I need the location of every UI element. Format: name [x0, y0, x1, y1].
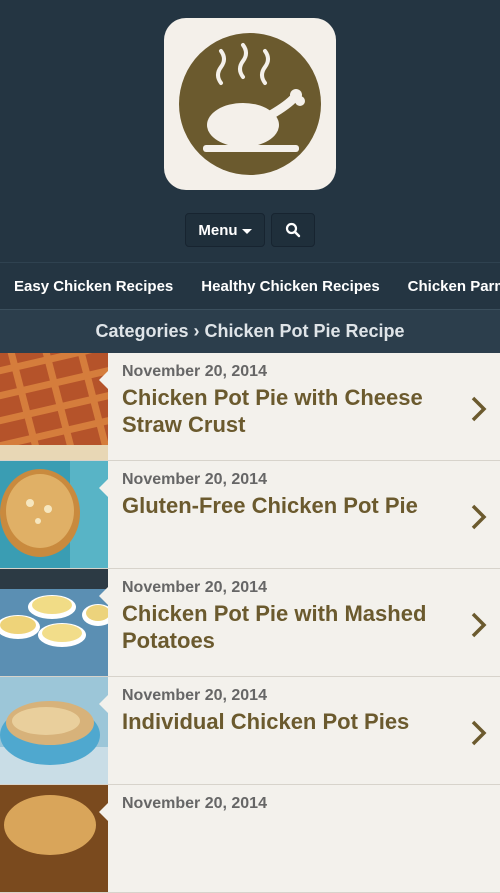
- caret-down-icon: [241, 228, 252, 234]
- post-thumbnail: [0, 785, 108, 892]
- post-thumbnail: [0, 353, 108, 460]
- search-icon: [285, 222, 301, 238]
- list-item[interactable]: November 20, 2014 Chicken Pot Pie with C…: [0, 353, 500, 461]
- post-date: November 20, 2014: [122, 579, 267, 596]
- menu-button-label: Menu: [198, 221, 238, 239]
- post-date: November 20, 2014: [122, 471, 267, 488]
- category-link-chicken-parmesan[interactable]: Chicken Parmesan: [394, 278, 500, 295]
- post-date: November 20, 2014: [122, 687, 267, 704]
- chevron-right-icon: [471, 396, 487, 422]
- list-item[interactable]: November 20, 2014 Gluten-Free Chicken Po…: [0, 461, 500, 569]
- chevron-right-icon: [471, 720, 487, 746]
- post-date: November 20, 2014: [122, 363, 267, 380]
- category-link-easy-chicken[interactable]: Easy Chicken Recipes: [0, 278, 187, 295]
- post-list: November 20, 2014 Chicken Pot Pie with C…: [0, 353, 500, 893]
- post-title[interactable]: Chicken Pot Pie with Mashed Potatoes: [122, 600, 460, 654]
- post-thumbnail: [0, 461, 108, 568]
- post-thumbnail: [0, 677, 108, 784]
- search-button[interactable]: [271, 213, 315, 247]
- post-title[interactable]: Individual Chicken Pot Pies: [122, 708, 460, 735]
- list-item[interactable]: November 20, 2014 Individual Chicken Pot…: [0, 677, 500, 785]
- site-logo[interactable]: [164, 18, 336, 190]
- post-date: November 20, 2014: [122, 795, 267, 812]
- site-header: Menu: [0, 0, 500, 262]
- list-item[interactable]: November 20, 2014: [0, 785, 500, 893]
- chevron-right-icon: [471, 504, 487, 530]
- list-item[interactable]: November 20, 2014 Chicken Pot Pie with M…: [0, 569, 500, 677]
- post-thumbnail: [0, 569, 108, 676]
- category-link-healthy-chicken[interactable]: Healthy Chicken Recipes: [187, 278, 393, 295]
- chevron-right-icon: [471, 612, 487, 638]
- post-title[interactable]: Chicken Pot Pie with Cheese Straw Crust: [122, 384, 460, 438]
- category-nav: Easy Chicken Recipes Healthy Chicken Rec…: [0, 262, 500, 309]
- breadcrumb: Categories › Chicken Pot Pie Recipe: [0, 309, 500, 353]
- post-title[interactable]: Gluten-Free Chicken Pot Pie: [122, 492, 460, 519]
- menu-button[interactable]: Menu: [185, 213, 265, 247]
- roast-chicken-icon: [179, 33, 321, 175]
